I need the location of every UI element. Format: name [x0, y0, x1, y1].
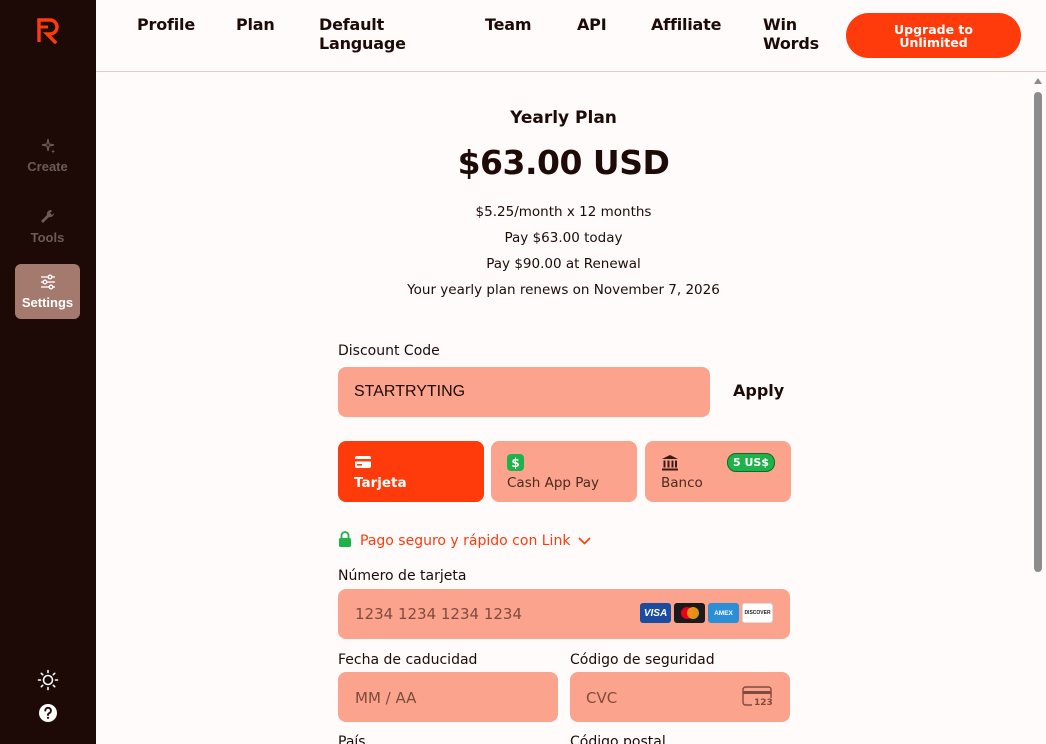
nav-api[interactable]: API [577, 15, 607, 34]
card-number-label: Número de tarjeta [338, 568, 467, 584]
help-icon[interactable] [37, 702, 59, 724]
card-brand-logos: VISA AMEX DISCOVER [640, 603, 773, 623]
tab-tarjeta[interactable]: Tarjeta [338, 441, 484, 502]
amex-logo: AMEX [708, 603, 739, 623]
sun-icon[interactable] [37, 669, 59, 691]
card-number-placeholder: 1234 1234 1234 1234 [355, 605, 522, 623]
mastercard-logo [674, 603, 705, 623]
discount-label: Discount Code [338, 343, 440, 359]
tab-label: Banco [661, 475, 703, 491]
app-logo[interactable] [36, 18, 60, 45]
sidebar-item-settings[interactable]: Settings [15, 264, 80, 319]
scrollbar-thumb[interactable] [1034, 92, 1042, 572]
link-toggle[interactable]: Pago seguro y rápido con Link [338, 531, 592, 551]
tab-label: Cash App Pay [507, 475, 600, 491]
visa-logo: VISA [640, 603, 671, 623]
bank-badge: 5 US$ [727, 453, 775, 472]
plan-monthly: $5.25/month x 12 months [475, 204, 652, 220]
cvc-card-icon: 123 [742, 686, 775, 710]
sidebar-item-tools[interactable]: Tools [15, 199, 80, 254]
cvc-placeholder: CVC [586, 689, 618, 707]
expiry-placeholder: MM / AA [355, 689, 417, 707]
chevron-down-icon [578, 537, 592, 545]
sidebar-item-create[interactable]: Create [15, 128, 80, 183]
scroll-up-arrow[interactable] [1034, 78, 1042, 84]
nav-profile[interactable]: Profile [137, 15, 195, 34]
nav-team[interactable]: Team [485, 15, 532, 34]
cashapp-icon: $ [507, 453, 621, 471]
nav-plan[interactable]: Plan [236, 15, 275, 34]
upgrade-button[interactable]: Upgrade to Unlimited [846, 13, 1021, 58]
sidebar-item-label: Create [27, 159, 68, 174]
wrench-icon [39, 208, 57, 226]
sparkles-icon [39, 137, 57, 155]
tab-banco[interactable]: Banco 5 US$ [645, 441, 791, 502]
card-icon [354, 453, 468, 471]
country-label: País [338, 734, 366, 744]
tab-label: Tarjeta [354, 475, 407, 491]
sidebar-item-label: Tools [30, 230, 65, 245]
sidebar-item-label: Settings [21, 295, 74, 310]
sidebar: Create Tools Settings [0, 0, 96, 744]
plan-renewal-date: Your yearly plan renews on November 7, 2… [407, 282, 720, 298]
link-label: Pago seguro y rápido con Link [360, 533, 571, 549]
plan-pay-today: Pay $63.00 today [504, 230, 623, 246]
discount-input[interactable]: STARTRYTING [338, 367, 710, 417]
discover-logo: DISCOVER [742, 603, 773, 623]
nav-default-language[interactable]: Default Language [319, 15, 429, 53]
postal-code-label: Código postal [570, 734, 666, 744]
nav-affiliate[interactable]: Affiliate [651, 15, 721, 34]
nav-win-words[interactable]: Win Words [763, 15, 823, 53]
plan-price: $63.00 USD [457, 143, 670, 182]
apply-button[interactable]: Apply [733, 381, 784, 400]
plan-renewal-amount: Pay $90.00 at Renewal [486, 256, 641, 272]
svg-text:$: $ [511, 456, 519, 470]
cvc-icon-digits: 123 [752, 698, 775, 709]
upgrade-button-label: Upgrade to Unlimited [894, 21, 973, 50]
discount-value: STARTRYTING [354, 383, 466, 400]
top-nav: Profile Plan Default Language Team API A… [96, 0, 1046, 72]
sliders-icon [39, 273, 57, 291]
lock-icon [338, 531, 352, 551]
expiry-label: Fecha de caducidad [338, 652, 478, 668]
cvc-label: Código de seguridad [570, 652, 715, 668]
tab-cash-app-pay[interactable]: $ Cash App Pay [491, 441, 637, 502]
plan-title: Yearly Plan [510, 108, 617, 128]
